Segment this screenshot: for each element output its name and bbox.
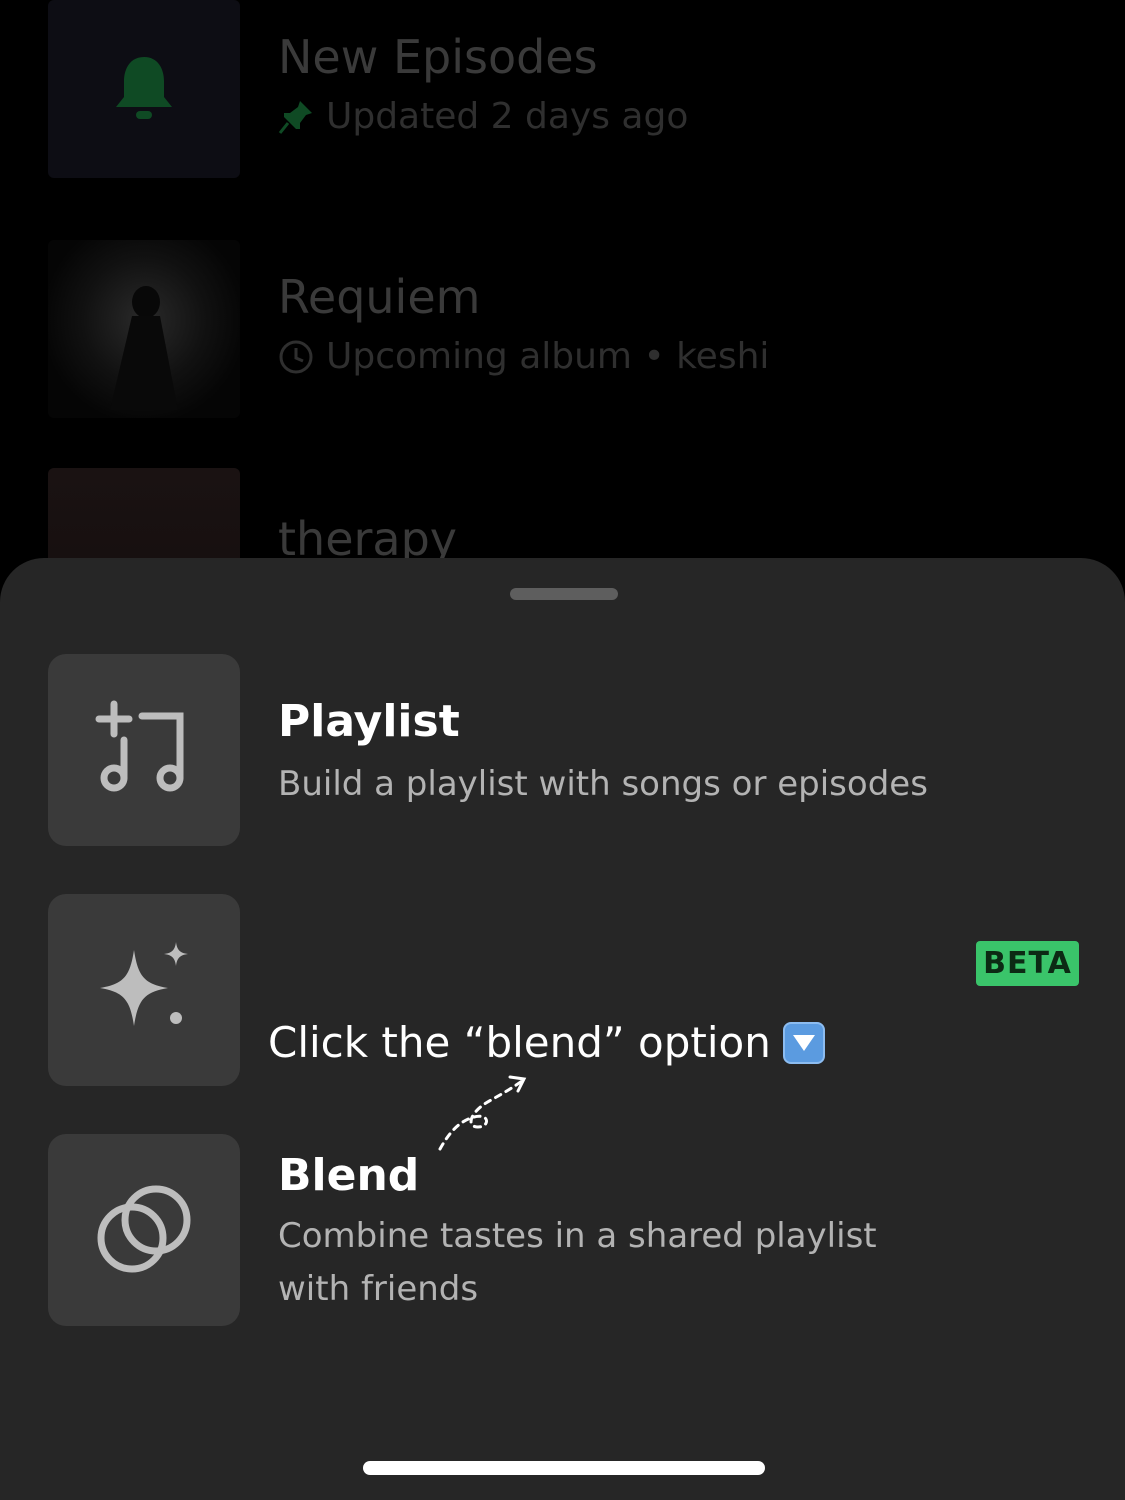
tutorial-annotation: Click the “blend” option <box>268 1018 825 1067</box>
pin-icon <box>278 99 314 135</box>
blend-circles-icon <box>97 1185 191 1273</box>
playlist-description: Build a playlist with songs or episodes <box>278 764 928 804</box>
beta-badge: BETA <box>976 941 1079 986</box>
screen: New Episodes Updated 2 days ago Requiem <box>0 0 1125 1500</box>
library-item-subtitle: Upcoming album • keshi <box>278 336 769 377</box>
sheet-drag-handle[interactable] <box>510 588 618 600</box>
library-item-requiem[interactable]: Requiem Upcoming album • keshi <box>0 240 1125 440</box>
sparkle-icon <box>100 942 188 1026</box>
home-indicator[interactable] <box>363 1461 765 1475</box>
blend-description: Combine tastes in a shared playlist with… <box>278 1216 877 1309</box>
album-art-figure <box>110 286 178 410</box>
library-item-new-episodes[interactable]: New Episodes Updated 2 days ago <box>0 0 1125 200</box>
playlist-title: Playlist <box>278 696 460 747</box>
sparkle-tile <box>48 894 240 1086</box>
playlist-tile <box>48 654 240 846</box>
library-item-title: New Episodes <box>278 30 598 84</box>
add-music-icon <box>95 700 184 792</box>
down-arrow-emoji-icon <box>782 1021 825 1064</box>
new-episodes-thumbnail <box>48 0 240 178</box>
blend-tile <box>48 1134 240 1326</box>
library-item-subtitle: Updated 2 days ago <box>278 96 688 137</box>
clock-icon <box>278 339 314 375</box>
requiem-album-art <box>48 240 240 418</box>
create-bottom-sheet: Playlist Build a playlist with songs or … <box>0 558 1125 1500</box>
library-item-title: Requiem <box>278 270 481 324</box>
blend-title: Blend <box>278 1150 420 1201</box>
bell-icon <box>116 57 172 119</box>
curly-arrow-doodle-icon <box>438 1075 527 1151</box>
